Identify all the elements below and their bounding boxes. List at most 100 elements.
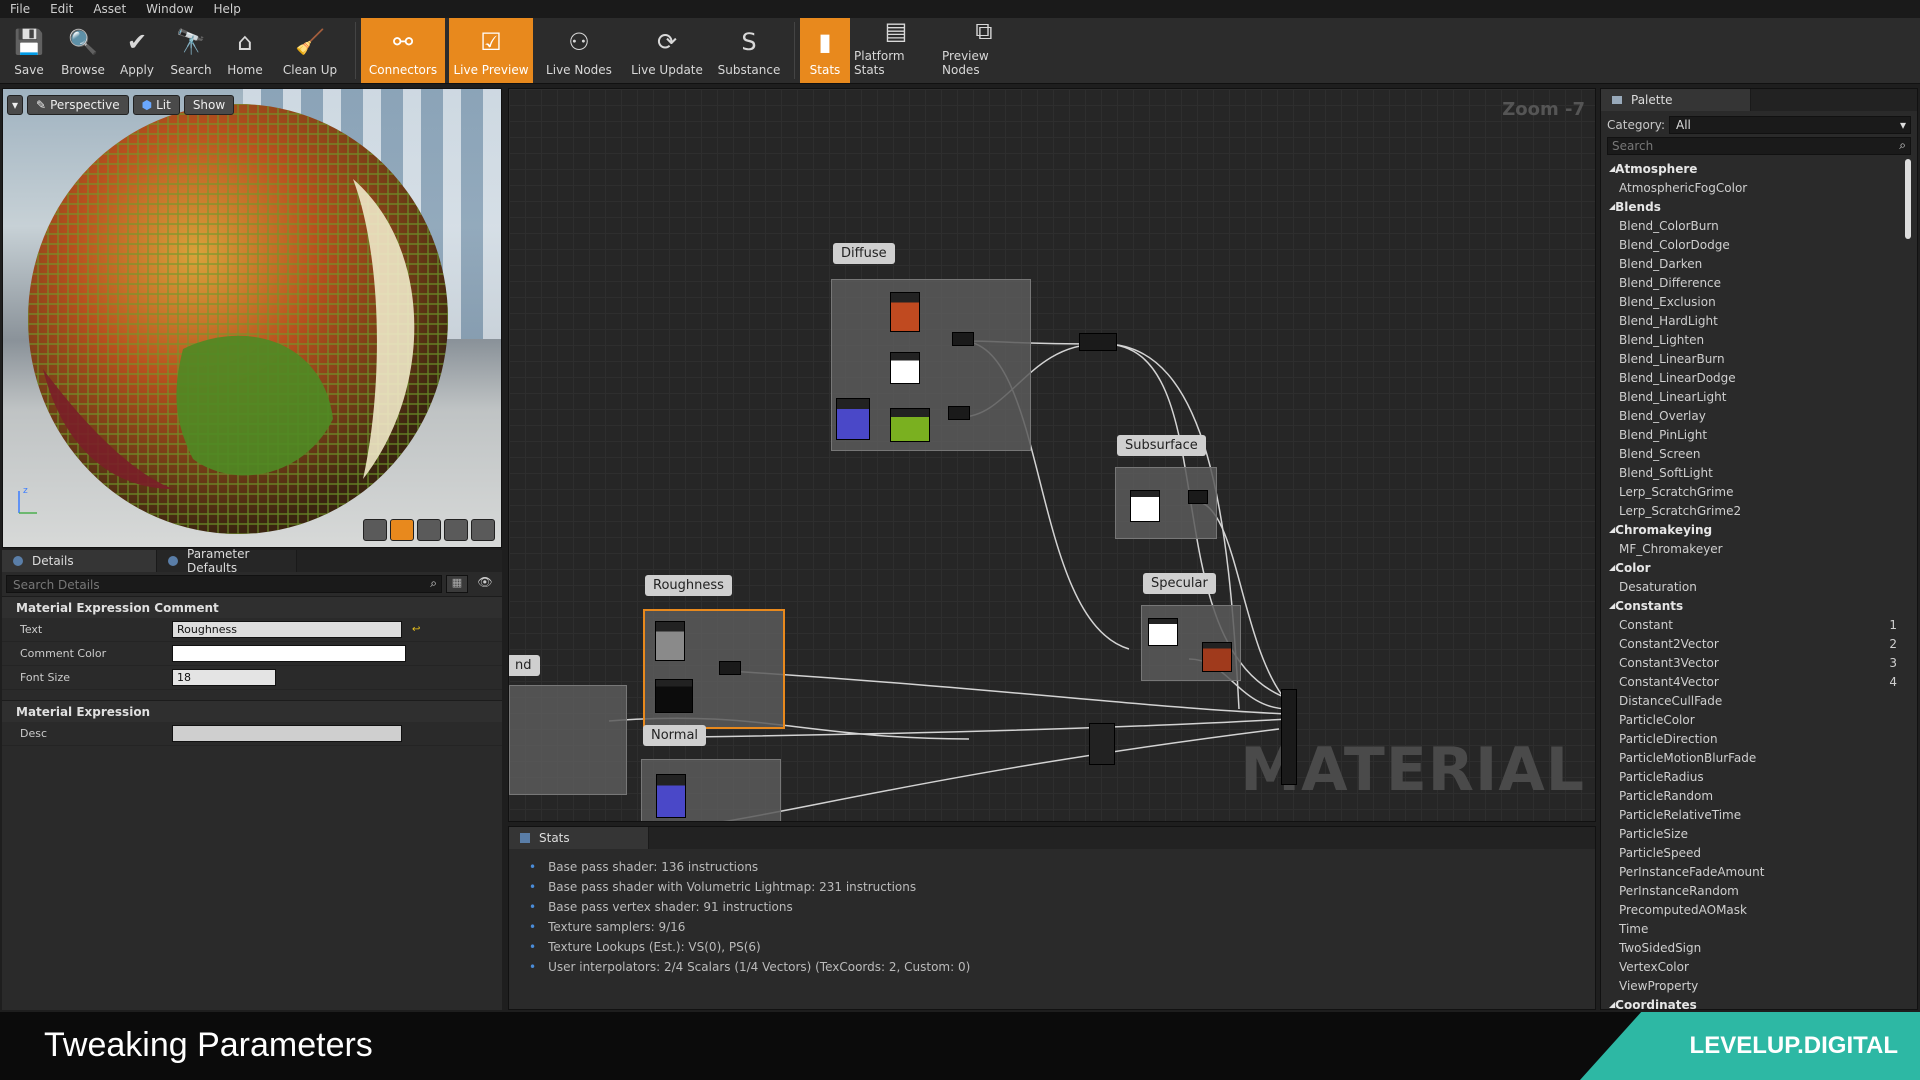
viewport-options-button[interactable]: ▾: [7, 95, 24, 115]
palette-item[interactable]: Blend_LinearDodge: [1601, 368, 1917, 387]
connectors-button[interactable]: ⚯ Connectors: [361, 18, 445, 83]
preview-viewport[interactable]: ▾ ✎ Perspective ⬢ Lit Show z: [2, 88, 502, 548]
palette-item[interactable]: PerInstanceFadeAmount: [1601, 862, 1917, 881]
browse-button[interactable]: 🔍 Browse: [58, 18, 108, 83]
menu-help[interactable]: Help: [203, 2, 250, 16]
palette-item[interactable]: Lerp_ScratchGrime2: [1601, 501, 1917, 520]
tab-stats[interactable]: Stats: [509, 827, 649, 849]
palette-category[interactable]: ◢ Constants: [1601, 596, 1917, 615]
palette-item[interactable]: Constant2Vector 2: [1601, 634, 1917, 653]
menu-edit[interactable]: Edit: [40, 2, 83, 16]
tab-palette[interactable]: Palette: [1601, 89, 1751, 111]
palette-item[interactable]: ParticleSize: [1601, 824, 1917, 843]
tab-parameter-defaults[interactable]: Parameter Defaults: [157, 547, 297, 575]
palette-category[interactable]: ◢ Chromakeying: [1601, 520, 1917, 539]
palette-category[interactable]: ◢ Blends: [1601, 197, 1917, 216]
diffuse-comment-box[interactable]: [831, 279, 1031, 451]
nd-comment-label[interactable]: nd: [509, 655, 540, 676]
palette-item[interactable]: Constant4Vector 4: [1601, 672, 1917, 691]
substance-button[interactable]: S Substance: [713, 18, 785, 83]
diffuse-white-node[interactable]: [890, 352, 920, 384]
palette-item[interactable]: Blend_ColorDodge: [1601, 235, 1917, 254]
palette-item[interactable]: ParticleMotionBlurFade: [1601, 748, 1917, 767]
roughness-texture-node[interactable]: [655, 621, 685, 661]
palette-item[interactable]: PrecomputedAOMask: [1601, 900, 1917, 919]
palette-item[interactable]: Constant 1: [1601, 615, 1917, 634]
palette-item[interactable]: MF_Chromakeyer: [1601, 539, 1917, 558]
normal-texture-node[interactable]: [656, 774, 686, 818]
palette-item[interactable]: ParticleRandom: [1601, 786, 1917, 805]
subsurface-comment-label[interactable]: Subsurface: [1117, 435, 1206, 456]
normal-comment-box[interactable]: [641, 759, 781, 821]
roughness-lerp-node[interactable]: [719, 661, 741, 675]
palette-item[interactable]: Blend_LinearLight: [1601, 387, 1917, 406]
desc-field[interactable]: [172, 725, 402, 742]
material-output-node[interactable]: [1281, 689, 1297, 785]
section-material-expression-comment[interactable]: Material Expression Comment: [2, 596, 502, 618]
preview-cube-button[interactable]: [444, 519, 468, 541]
palette-item[interactable]: Time: [1601, 919, 1917, 938]
specular-comment-label[interactable]: Specular: [1143, 573, 1216, 594]
home-button[interactable]: ⌂ Home: [220, 18, 270, 83]
material-graph[interactable]: Zoom -7 MATERIAL Diffuse Subsurface Spec: [508, 88, 1596, 822]
palette-item[interactable]: ParticleSpeed: [1601, 843, 1917, 862]
specular-texture-node[interactable]: [1202, 642, 1232, 672]
perspective-button[interactable]: ✎ Perspective: [27, 95, 129, 115]
preview-cylinder-button[interactable]: [363, 519, 387, 541]
subsurface-node[interactable]: [1188, 490, 1208, 504]
roughness-comment-box[interactable]: [643, 609, 785, 729]
details-search-input[interactable]: Search Details ⌕: [6, 575, 442, 593]
diffuse-multiply-node[interactable]: [952, 332, 974, 346]
normal-comment-label[interactable]: Normal: [643, 725, 707, 746]
palette-item[interactable]: PerInstanceRandom: [1601, 881, 1917, 900]
palette-category[interactable]: ◢ Coordinates: [1601, 995, 1917, 1010]
diffuse-output-node[interactable]: [1079, 333, 1117, 351]
diffuse-green-node[interactable]: [890, 408, 930, 442]
subsurface-comment-box[interactable]: [1115, 467, 1217, 539]
palette-item[interactable]: Blend_LinearBurn: [1601, 349, 1917, 368]
palette-item[interactable]: Blend_SoftLight: [1601, 463, 1917, 482]
palette-item[interactable]: Blend_Difference: [1601, 273, 1917, 292]
palette-item[interactable]: Blend_Lighten: [1601, 330, 1917, 349]
lit-button[interactable]: ⬢ Lit: [132, 95, 180, 115]
comment-color-swatch[interactable]: [172, 645, 406, 662]
palette-item[interactable]: ParticleRelativeTime: [1601, 805, 1917, 824]
nd-comment-box[interactable]: [509, 685, 627, 795]
preview-nodes-button[interactable]: ⧉ Preview Nodes: [942, 17, 1026, 83]
palette-item[interactable]: Blend_HardLight: [1601, 311, 1917, 330]
reset-icon[interactable]: ↩: [412, 624, 420, 635]
palette-category[interactable]: ◢ Atmosphere: [1601, 159, 1917, 178]
preview-mesh-button[interactable]: [471, 519, 495, 541]
stats-button[interactable]: ▮ Stats: [800, 18, 850, 83]
show-button[interactable]: Show: [183, 95, 235, 115]
tab-details[interactable]: Details: [2, 550, 157, 572]
eye-icon[interactable]: 👁: [472, 575, 498, 593]
palette-item[interactable]: Blend_Exclusion: [1601, 292, 1917, 311]
subsurface-white-node[interactable]: [1130, 490, 1160, 522]
palette-item[interactable]: ParticleDirection: [1601, 729, 1917, 748]
menu-file[interactable]: File: [0, 2, 40, 16]
palette-item[interactable]: VertexColor: [1601, 957, 1917, 976]
palette-item[interactable]: Blend_Overlay: [1601, 406, 1917, 425]
palette-item[interactable]: AtmosphericFogColor: [1601, 178, 1917, 197]
palette-item[interactable]: Blend_Darken: [1601, 254, 1917, 273]
text-field[interactable]: Roughness: [172, 621, 402, 638]
preview-sphere-button[interactable]: [390, 519, 414, 541]
live-preview-button[interactable]: ☑ Live Preview: [449, 18, 533, 83]
breakout-node[interactable]: [1089, 723, 1115, 765]
preview-plane-button[interactable]: [417, 519, 441, 541]
specular-comment-box[interactable]: [1141, 605, 1241, 681]
diffuse-texture-node[interactable]: [890, 292, 920, 332]
palette-scrollbar[interactable]: [1905, 159, 1911, 239]
diffuse-comment-label[interactable]: Diffuse: [833, 243, 895, 264]
specular-white-node[interactable]: [1148, 618, 1178, 646]
section-material-expression[interactable]: Material Expression: [2, 700, 502, 722]
property-matrix-icon[interactable]: ▦: [446, 575, 468, 593]
palette-item[interactable]: ViewProperty: [1601, 976, 1917, 995]
palette-item[interactable]: ParticleColor: [1601, 710, 1917, 729]
live-update-button[interactable]: ⟳ Live Update: [625, 18, 709, 83]
palette-item[interactable]: TwoSidedSign: [1601, 938, 1917, 957]
live-nodes-button[interactable]: ⚇ Live Nodes: [537, 18, 621, 83]
palette-item[interactable]: Blend_PinLight: [1601, 425, 1917, 444]
category-select[interactable]: All ▾: [1668, 116, 1911, 134]
